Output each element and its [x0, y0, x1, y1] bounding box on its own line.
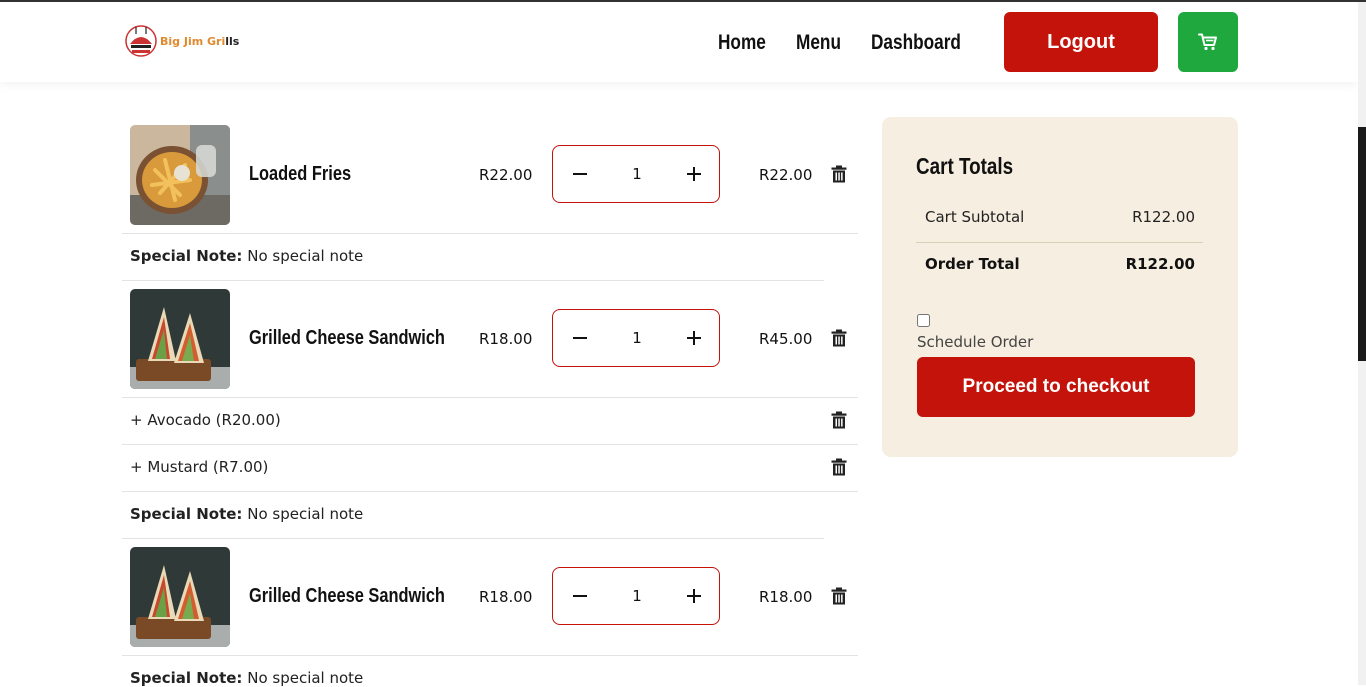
divider [122, 280, 824, 281]
trash-icon[interactable] [831, 329, 847, 347]
item-image-loaded-fries [130, 125, 230, 225]
addon-item: + Avocado (R20.00) [130, 411, 281, 429]
subtotal-row: Cart Subtotal R122.00 [916, 195, 1203, 241]
scrollbar-thumb[interactable] [1358, 127, 1366, 361]
subtotal-value: R122.00 [1132, 208, 1195, 226]
trash-icon[interactable] [831, 458, 847, 476]
site-header: Big Jim Grills Home Menu Dashboard Logou… [0, 2, 1358, 82]
order-total-label: Order Total [925, 255, 1020, 273]
plus-icon [687, 331, 701, 345]
item-unit-price: R22.00 [479, 166, 533, 184]
decrease-quantity-button[interactable] [566, 582, 594, 610]
subtotal-label: Cart Subtotal [925, 208, 1025, 226]
item-line-total: R22.00 [759, 166, 813, 184]
plus-icon [687, 167, 701, 181]
quantity-stepper[interactable]: 1 [552, 145, 720, 203]
item-unit-price: R18.00 [479, 330, 533, 348]
shopping-cart-icon [1198, 33, 1217, 51]
divider [122, 655, 858, 656]
cart-item-row: Loaded Fries R22.00 1 R22.00 [122, 125, 858, 233]
divider [122, 397, 858, 398]
order-total-value: R122.00 [1125, 255, 1195, 273]
quantity-value: 1 [632, 587, 642, 605]
brand-logo[interactable]: Big Jim Grills [124, 24, 239, 58]
minus-icon [573, 337, 587, 339]
item-image-grilled-cheese-sandwich [130, 547, 230, 647]
cart-item-row: Grilled Cheese Sandwich R18.00 1 R45.00 [122, 289, 858, 397]
quantity-value: 1 [632, 329, 642, 347]
item-name: Grilled Cheese Sandwich [249, 327, 445, 349]
cart-totals-title: Cart Totals [916, 153, 1014, 179]
item-name: Loaded Fries [249, 163, 352, 185]
item-name: Grilled Cheese Sandwich [249, 585, 445, 607]
trash-icon[interactable] [831, 587, 847, 605]
item-line-total: R18.00 [759, 588, 813, 606]
nav-home[interactable]: Home [718, 30, 776, 55]
special-note: Special Note: No special note [130, 505, 364, 523]
proceed-to-checkout-button[interactable]: Proceed to checkout [917, 357, 1195, 417]
increase-quantity-button[interactable] [680, 160, 708, 188]
decrease-quantity-button[interactable] [566, 160, 594, 188]
logout-button[interactable]: Logout [1004, 12, 1158, 72]
cart-totals-panel: Cart Totals Cart Subtotal R122.00 Order … [882, 117, 1238, 457]
special-note: Special Note: No special note [130, 669, 364, 687]
addon-item: + Mustard (R7.00) [130, 458, 269, 476]
grill-logo-icon [125, 25, 157, 57]
divider [122, 538, 824, 539]
quantity-stepper[interactable]: 1 [552, 309, 720, 367]
divider [122, 233, 858, 234]
trash-icon[interactable] [831, 411, 847, 429]
quantity-stepper[interactable]: 1 [552, 567, 720, 625]
item-image-grilled-cheese-sandwich [130, 289, 230, 389]
item-unit-price: R18.00 [479, 588, 533, 606]
schedule-order-checkbox[interactable] [917, 314, 930, 327]
brand-name: Big Jim Grills [160, 34, 240, 48]
divider [122, 491, 858, 492]
nav-menu[interactable]: Menu [796, 30, 851, 55]
plus-icon [687, 589, 701, 603]
cart-button[interactable] [1178, 12, 1238, 72]
item-line-total: R45.00 [759, 330, 813, 348]
cart-item-row: Grilled Cheese Sandwich R18.00 1 R18.00 [122, 547, 858, 655]
increase-quantity-button[interactable] [680, 582, 708, 610]
minus-icon [573, 173, 587, 175]
increase-quantity-button[interactable] [680, 324, 708, 352]
special-note: Special Note: No special note [130, 247, 364, 265]
decrease-quantity-button[interactable] [566, 324, 594, 352]
minus-icon [573, 595, 587, 597]
divider [122, 444, 858, 445]
trash-icon[interactable] [831, 165, 847, 183]
order-total-row: Order Total R122.00 [916, 242, 1203, 288]
nav-dashboard[interactable]: Dashboard [871, 30, 981, 55]
schedule-order-label: Schedule Order [917, 333, 1034, 351]
quantity-value: 1 [632, 165, 642, 183]
